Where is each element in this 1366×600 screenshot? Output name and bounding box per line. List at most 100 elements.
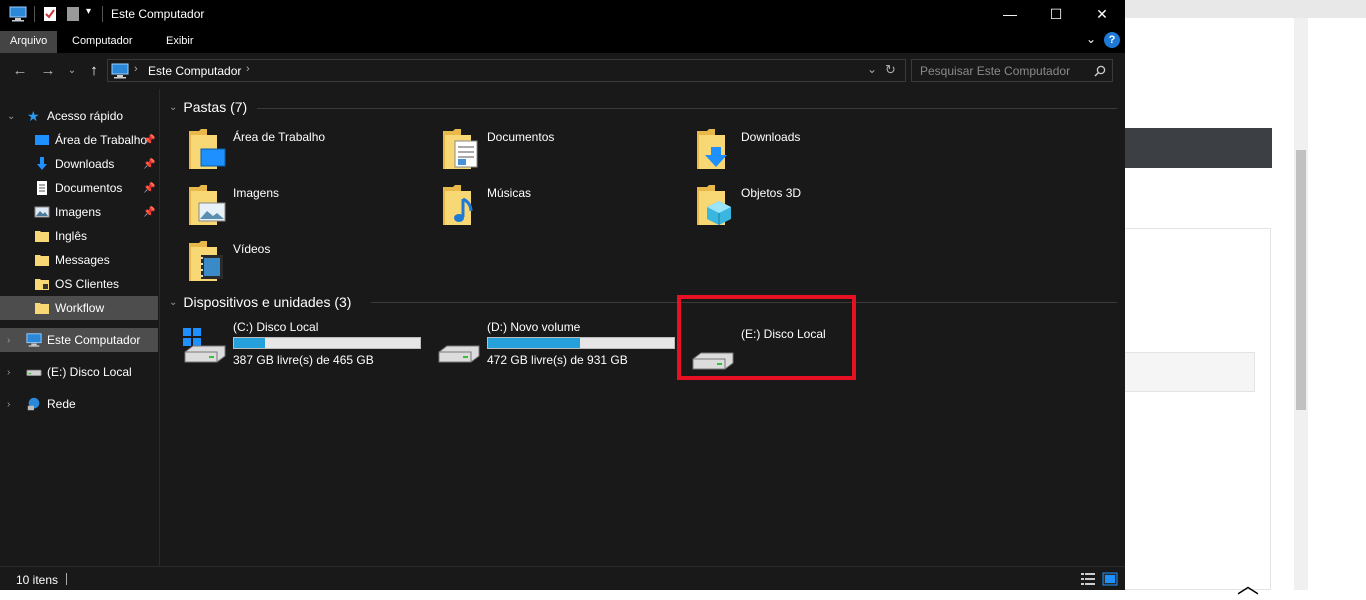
pictures-folder-icon [189, 185, 226, 225]
browser-dark-bar [1125, 128, 1272, 168]
document-icon [37, 181, 47, 195]
item-count: 10 itens [16, 573, 59, 587]
search-placeholder: Pesquisar Este Computador [920, 64, 1071, 78]
folder-icon [35, 231, 49, 242]
properties-icon[interactable] [43, 6, 57, 22]
drive-c[interactable]: (C:) Disco Local 387 GB livre(s) de 465 … [181, 320, 435, 376]
drive-usage-bar [233, 337, 421, 349]
sidebar-item-label: Downloads [55, 157, 115, 171]
sidebar-item-label: (E:) Disco Local [47, 365, 132, 379]
breadcrumb-chevron-icon[interactable]: › [134, 63, 138, 75]
folder-label: Vídeos [233, 242, 271, 256]
close-button[interactable]: ✕ [1079, 0, 1125, 28]
title-bar: ▾ Este Computador — ☐ ✕ [0, 0, 1125, 28]
computer-icon [26, 333, 42, 347]
3d-objects-folder-icon [697, 185, 731, 225]
group-header-label: Dispositivos e unidades (3) [183, 294, 352, 310]
title-separator-2 [102, 6, 103, 22]
chevron-right-icon[interactable]: › [7, 335, 10, 346]
sidebar-item-rede[interactable]: › Rede [0, 392, 158, 416]
forward-arrow-icon[interactable]: → [38, 61, 58, 81]
drive-usage-bar [487, 337, 675, 349]
sidebar-item-disco-e[interactable]: › (E:) Disco Local [0, 360, 158, 384]
sidebar-item-label: Área de Trabalho [55, 133, 148, 147]
help-icon[interactable]: ? [1104, 32, 1120, 48]
folder-icon [35, 255, 49, 266]
browser-header-strip [1125, 0, 1366, 18]
sidebar-item-label: Inglês [55, 229, 88, 243]
drive-name: (C:) Disco Local [233, 320, 319, 334]
sidebar-item-acesso-rapido[interactable]: ⌄ ★ Acesso rápido [0, 104, 158, 128]
chevron-down-icon[interactable]: ⌄ [169, 102, 177, 113]
sidebar-item-workflow[interactable]: Workflow [0, 296, 158, 320]
documents-folder-icon [443, 129, 478, 169]
folder-objetos-3d[interactable]: Objetos 3D [669, 183, 919, 235]
search-input[interactable]: Pesquisar Este Computador [911, 59, 1113, 82]
refresh-icon[interactable]: ↻ [885, 62, 896, 78]
folder-downloads[interactable]: Downloads [669, 127, 919, 179]
folder-videos[interactable]: Vídeos [161, 239, 411, 291]
maximize-button[interactable]: ☐ [1033, 0, 1079, 28]
sidebar-item-os-clientes[interactable]: OS Clientes [0, 272, 158, 296]
chevron-down-icon[interactable]: ⌄ [7, 111, 15, 122]
browser-card [1125, 228, 1271, 590]
group-header-label: Pastas (7) [183, 99, 248, 115]
drive-free-space: 387 GB livre(s) de 465 GB [233, 353, 374, 367]
minimize-button[interactable]: — [987, 0, 1033, 28]
up-arrow-icon[interactable]: ↑ [84, 61, 104, 81]
group-header-dispositivos[interactable]: ⌄ Dispositivos e unidades (3) [169, 294, 351, 310]
sidebar-item-label: Documentos [55, 181, 123, 195]
folder-label: Imagens [233, 186, 280, 200]
folder-area-de-trabalho[interactable]: Área de Trabalho [161, 127, 411, 179]
pin-icon: 📌 [143, 182, 156, 194]
chevron-down-icon[interactable]: ⌄ [169, 297, 177, 308]
pin-icon: 📌 [143, 206, 156, 218]
large-icons-view-icon[interactable] [1102, 572, 1118, 586]
sidebar-item-documentos[interactable]: Documentos 📌 [0, 176, 158, 200]
computer-icon [111, 63, 129, 79]
browser-scrollbar-thumb[interactable] [1296, 150, 1306, 410]
sidebar-item-ingles[interactable]: Inglês [0, 224, 158, 248]
folder-icon [35, 303, 49, 314]
folder-label: Objetos 3D [741, 186, 802, 200]
folder-label: Músicas [487, 186, 532, 200]
computer-icon [9, 6, 27, 22]
sidebar-item-imagens[interactable]: Imagens 📌 [0, 200, 158, 224]
tab-arquivo[interactable]: Arquivo [0, 31, 58, 53]
chevron-right-icon[interactable]: › [7, 367, 10, 378]
address-dropdown-icon[interactable]: ⌄ [867, 62, 877, 76]
desktop-icon [35, 135, 49, 145]
new-folder-icon[interactable] [66, 6, 80, 22]
sidebar-item-label: OS Clientes [55, 277, 120, 291]
content-area: ⌄ Pastas (7) Área de Trabalho Documentos… [161, 89, 1125, 566]
tab-exibir[interactable]: Exibir [156, 31, 204, 53]
drive-icon [26, 369, 42, 376]
sidebar-item-este-computador[interactable]: › Este Computador [0, 328, 158, 352]
scroll-up-icon[interactable]: ︿ [1237, 568, 1259, 600]
folder-musicas[interactable]: Músicas [415, 183, 665, 235]
address-bar[interactable]: › Este Computador › ⌄ ↻ [107, 59, 906, 82]
drive-d[interactable]: (D:) Novo volume 472 GB livre(s) de 931 … [435, 320, 689, 376]
folder-documentos[interactable]: Documentos [415, 127, 665, 179]
sidebar-item-area-de-trabalho[interactable]: Área de Trabalho 📌 [0, 128, 158, 152]
folder-imagens[interactable]: Imagens [161, 183, 411, 235]
browser-scrollbar[interactable] [1294, 18, 1308, 590]
sidebar-item-downloads[interactable]: Downloads 📌 [0, 152, 158, 176]
ribbon-collapse-icon[interactable]: ⌄ [1086, 32, 1096, 46]
browser-background: ︿ [1125, 0, 1366, 598]
recent-locations-icon[interactable]: ⌄ [62, 61, 82, 81]
ribbon-tabs: Arquivo Computador Exibir ⌄ ? [0, 28, 1125, 53]
picture-icon [34, 206, 50, 218]
sidebar-item-messages[interactable]: Messages [0, 248, 158, 272]
chevron-right-icon[interactable]: › [7, 399, 10, 410]
tab-computador[interactable]: Computador [62, 31, 143, 53]
quick-access-dropdown-icon[interactable]: ▾ [86, 6, 91, 17]
group-header-pastas[interactable]: ⌄ Pastas (7) [169, 99, 247, 115]
sidebar-item-label: Rede [47, 397, 76, 411]
pin-icon: 📌 [143, 158, 156, 170]
pin-icon: 📌 [143, 134, 156, 146]
back-arrow-icon[interactable]: ← [10, 61, 30, 81]
breadcrumb-este-computador[interactable]: Este Computador [148, 64, 241, 78]
details-view-icon[interactable] [1080, 572, 1096, 586]
breadcrumb-chevron-icon[interactable]: › [246, 63, 250, 75]
